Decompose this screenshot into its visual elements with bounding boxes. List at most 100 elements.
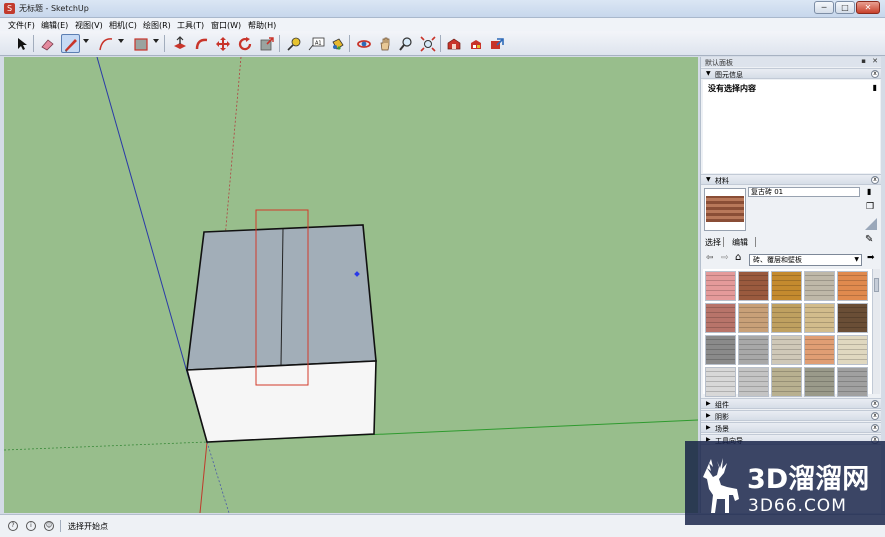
menu-edit[interactable]: 编辑(E) <box>41 20 68 31</box>
scroll-thumb[interactable] <box>874 278 879 292</box>
green-axis-dotted <box>4 441 208 451</box>
menu-draw[interactable]: 绘图(R) <box>143 20 171 31</box>
menu-file[interactable]: 文件(F) <box>8 20 35 31</box>
material-swatch[interactable] <box>738 367 769 397</box>
share-icon[interactable] <box>487 34 506 53</box>
shadows-header[interactable]: ▶ 阴影 x <box>701 410 881 421</box>
display-secondary-icon[interactable] <box>865 218 877 230</box>
collapse-arrow-icon: ▼ <box>706 176 711 183</box>
forward-arrow-icon[interactable]: ⇨ <box>721 253 729 263</box>
follow-me-icon[interactable] <box>192 34 211 53</box>
material-swatch[interactable] <box>705 335 736 365</box>
material-swatch[interactable] <box>804 335 835 365</box>
status-text: 选择开始点 <box>68 522 108 531</box>
lock-icon[interactable]: ▮ <box>873 83 877 92</box>
watermark-url: 3D66.COM <box>748 496 847 516</box>
material-swatch[interactable] <box>837 335 868 365</box>
back-arrow-icon[interactable]: ⇦ <box>706 253 714 263</box>
scale-icon[interactable] <box>257 34 276 53</box>
material-preview-swatch <box>706 196 744 222</box>
sketchup-logo-icon: S <box>4 3 15 14</box>
chevron-down-icon: ▼ <box>854 256 859 263</box>
material-name-field[interactable]: 复古砖 01 <box>748 187 860 197</box>
material-swatch[interactable] <box>837 303 868 333</box>
section-close-icon[interactable]: x <box>871 412 879 420</box>
material-swatch[interactable] <box>705 303 736 333</box>
move-icon[interactable] <box>213 34 232 53</box>
tray-close-icon[interactable]: ✕ <box>872 57 878 65</box>
title-bar: S 无标题 - SketchUp ─ □ ✕ <box>0 0 885 18</box>
material-swatch[interactable] <box>738 271 769 301</box>
tab-edit[interactable]: 编辑 <box>732 237 748 248</box>
scenes-header[interactable]: ▶ 场景 x <box>701 422 881 433</box>
rotate-icon[interactable] <box>235 34 254 53</box>
components-header[interactable]: ▶ 组件 x <box>701 398 881 409</box>
watermark-title: 3D溜溜网 <box>747 464 870 495</box>
material-swatch[interactable] <box>738 303 769 333</box>
menu-help[interactable]: 帮助(H) <box>248 20 276 31</box>
eraser-icon[interactable] <box>37 34 56 53</box>
swatch-scrollbar[interactable] <box>872 269 880 394</box>
tray-title: 默认面板 <box>705 59 733 67</box>
section-close-icon[interactable]: x <box>871 176 879 184</box>
rectangle-icon[interactable] <box>131 34 150 53</box>
orbit-icon[interactable] <box>354 34 373 53</box>
sample-paint-icon[interactable]: ▮ <box>867 187 871 196</box>
menu-window[interactable]: 窗口(W) <box>211 20 241 31</box>
close-button[interactable]: ✕ <box>856 1 880 14</box>
material-swatch[interactable] <box>771 367 802 397</box>
credits-icon[interactable]: i <box>26 521 36 531</box>
line-dropdown-icon[interactable] <box>83 39 89 43</box>
zoom-icon[interactable] <box>396 34 415 53</box>
material-swatch[interactable] <box>771 303 802 333</box>
eyedropper-icon[interactable]: ✎ <box>865 234 873 245</box>
maximize-button[interactable]: □ <box>835 1 855 14</box>
material-swatch[interactable] <box>705 367 736 397</box>
text-icon[interactable]: A1 <box>306 34 325 53</box>
model-viewport[interactable] <box>4 57 698 513</box>
home-icon[interactable]: ⌂ <box>735 252 741 263</box>
material-swatch[interactable] <box>771 271 802 301</box>
section-close-icon[interactable]: x <box>871 70 879 78</box>
materials-header[interactable]: ▼ 材料 x <box>701 174 881 185</box>
blue-axis-dotted <box>206 441 230 513</box>
warehouse-icon[interactable] <box>444 34 463 53</box>
material-swatch[interactable] <box>705 271 736 301</box>
arc-dropdown-icon[interactable] <box>118 39 124 43</box>
pin-icon[interactable]: ▪ <box>861 57 866 65</box>
minimize-button[interactable]: ─ <box>814 1 834 14</box>
tape-measure-icon[interactable] <box>284 34 303 53</box>
section-close-icon[interactable]: x <box>871 400 879 408</box>
section-close-icon[interactable]: x <box>871 424 879 432</box>
material-swatch[interactable] <box>837 271 868 301</box>
window-title: 无标题 - SketchUp <box>19 4 89 13</box>
material-swatch[interactable] <box>771 335 802 365</box>
user-icon[interactable]: ☺ <box>44 521 54 531</box>
entity-info-header[interactable]: ▼ 图元信息 x <box>701 68 881 79</box>
material-swatch[interactable] <box>804 271 835 301</box>
zoom-extents-icon[interactable] <box>418 34 437 53</box>
geo-location-icon[interactable]: ? <box>8 521 18 531</box>
details-arrow-icon[interactable]: ➡ <box>867 253 875 263</box>
material-swatch[interactable] <box>738 335 769 365</box>
push-pull-icon[interactable] <box>170 34 189 53</box>
main-toolbar: A1 <box>0 31 885 56</box>
pencil-line-icon[interactable] <box>61 34 80 53</box>
material-swatch[interactable] <box>837 367 868 397</box>
material-swatch[interactable] <box>804 303 835 333</box>
components-icon[interactable] <box>466 34 485 53</box>
svg-text:A1: A1 <box>315 40 322 46</box>
create-material-icon[interactable]: ❒ <box>866 202 874 212</box>
tray-header: 默认面板 ▪ ✕ <box>701 57 881 67</box>
menu-tools[interactable]: 工具(T) <box>177 20 204 31</box>
pan-icon[interactable] <box>375 34 394 53</box>
select-icon[interactable] <box>12 34 31 53</box>
menu-camera[interactable]: 相机(C) <box>109 20 137 31</box>
material-swatch[interactable] <box>804 367 835 397</box>
shape-dropdown-icon[interactable] <box>153 39 159 43</box>
library-select[interactable]: 砖、覆层和壁板 ▼ <box>749 254 862 266</box>
paint-bucket-icon[interactable] <box>327 34 346 53</box>
tab-select[interactable]: 选择 <box>705 237 721 248</box>
arc-icon[interactable] <box>96 34 115 53</box>
menu-view[interactable]: 视图(V) <box>75 20 103 31</box>
